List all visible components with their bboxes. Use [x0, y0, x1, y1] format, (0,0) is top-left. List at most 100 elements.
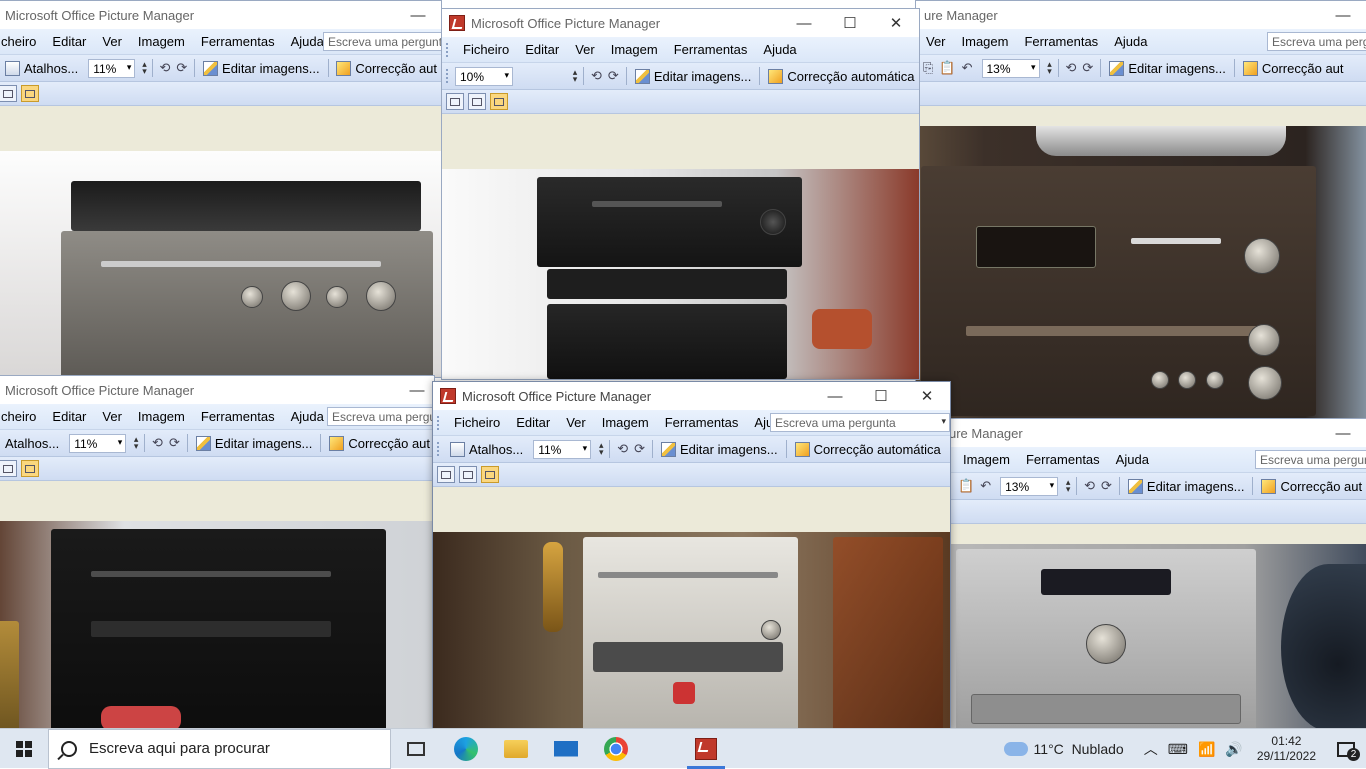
cloud-icon[interactable]	[1003, 742, 1028, 756]
menu-imagem[interactable]: Imagem	[603, 42, 666, 57]
menu-ficheiro[interactable]: Ficheiro	[446, 415, 508, 430]
zoom-spinner-icon[interactable]: ▴ ▾	[597, 441, 605, 457]
copy-icon[interactable]: ⎘	[920, 60, 936, 76]
weather-text[interactable]: 11°C Nublado	[1034, 741, 1124, 757]
paste-icon[interactable]: 📋	[936, 60, 958, 76]
edit-images-button[interactable]: Editar imagens...	[192, 435, 317, 451]
minimize-button[interactable]: —	[1320, 1, 1366, 29]
menu-ficheiro[interactable]: Ficheiro	[455, 42, 517, 57]
picture-preview[interactable]	[442, 169, 919, 379]
chevron-up-icon[interactable]: ︿	[1144, 739, 1158, 759]
menu-ver[interactable]: Ver	[94, 34, 130, 49]
thumbnail-view-button[interactable]	[437, 466, 455, 483]
rotate-left-icon[interactable]: ⟲	[614, 441, 631, 457]
menu-editar[interactable]: Editar	[44, 34, 94, 49]
notification-center-button[interactable]: 2	[1326, 729, 1366, 769]
undo-icon[interactable]: ↶	[959, 60, 976, 76]
start-button[interactable]	[0, 729, 48, 769]
menu-ficheiro[interactable]: cheiro	[0, 34, 44, 49]
title-bar[interactable]: ure Manager —	[916, 1, 1366, 29]
menu-ferramentas[interactable]: Ferramentas	[666, 42, 756, 57]
window-bottom-left[interactable]: Microsoft Office Picture Manager — cheir…	[0, 375, 435, 730]
menu-imagem[interactable]: Imagem	[954, 34, 1017, 49]
clock[interactable]: 01:42 29/11/2022	[1247, 734, 1326, 764]
rotate-right-icon[interactable]: ⟳	[166, 435, 183, 451]
title-bar[interactable]: Microsoft Office Picture Manager —	[0, 376, 434, 404]
undo-icon[interactable]: ↶	[977, 478, 994, 494]
auto-correct-button[interactable]: Correcção aut	[1239, 60, 1348, 76]
paste-icon[interactable]: 📋	[955, 478, 977, 494]
auto-correct-button[interactable]: Correcção aut	[325, 435, 434, 451]
rotate-left-icon[interactable]: ⟲	[156, 60, 173, 76]
thumbnail-view-button[interactable]	[0, 460, 17, 477]
ask-question-input[interactable]: Escreva uma pergunta ▾	[770, 413, 950, 432]
menu-editar[interactable]: Editar	[517, 42, 567, 57]
ask-question-input[interactable]: Escreva uma pergunta	[1267, 32, 1366, 51]
zoom-select[interactable]: 13%	[1000, 476, 1059, 496]
chrome-button[interactable]	[591, 729, 641, 769]
picture-preview[interactable]	[0, 521, 434, 729]
edit-images-button[interactable]: Editar imagens...	[631, 68, 756, 84]
menu-ver[interactable]: Ver	[567, 42, 603, 57]
zoom-select[interactable]: 11%	[69, 433, 127, 453]
menu-ferramentas[interactable]: Ferramentas	[1016, 34, 1106, 49]
task-view-button[interactable]	[391, 729, 441, 769]
filmstrip-view-button[interactable]	[468, 93, 486, 110]
edit-images-button[interactable]: Editar imagens...	[199, 60, 324, 76]
auto-correct-button[interactable]: Correcção aut	[1257, 478, 1366, 494]
picture-manager-taskbar-button[interactable]	[681, 729, 731, 769]
mail-button[interactable]	[541, 729, 591, 769]
zoom-spinner-icon[interactable]: ▴ ▾	[1046, 60, 1054, 76]
window-top-right[interactable]: ure Manager — Ver Imagem Ferramentas Aju…	[915, 0, 1366, 420]
rotate-right-icon[interactable]: ⟳	[1079, 60, 1096, 76]
zoom-spinner-icon[interactable]: ▴ ▾	[132, 435, 140, 451]
menu-imagem[interactable]: Imagem	[130, 34, 193, 49]
zoom-select[interactable]: 11%	[88, 58, 136, 78]
shortcuts-button[interactable]: Atalhos...	[446, 441, 527, 457]
ask-question-input[interactable]: Escreva uma pergunta	[1255, 450, 1366, 469]
auto-correct-button[interactable]: Correcção automática	[791, 441, 945, 457]
rotate-left-icon[interactable]: ⟲	[1081, 478, 1098, 494]
menu-ajuda[interactable]: Ajuda	[283, 409, 332, 424]
title-bar[interactable]: ure Manager —	[941, 419, 1366, 447]
edit-images-button[interactable]: Editar imagens...	[1124, 478, 1249, 494]
title-bar[interactable]: Microsoft Office Picture Manager — ☐	[0, 1, 441, 29]
rotate-left-icon[interactable]: ⟲	[588, 68, 605, 84]
window-bottom-center[interactable]: Microsoft Office Picture Manager — ☐ ✕ F…	[432, 381, 951, 730]
zoom-spinner-icon[interactable]: ▴ ▾	[1064, 478, 1072, 494]
zoom-select[interactable]: 10%	[455, 66, 513, 86]
menu-ver[interactable]: Ver	[94, 409, 130, 424]
window-bottom-right[interactable]: ure Manager — Imagem Ferramentas Ajuda E…	[940, 418, 1366, 730]
shortcuts-button[interactable]: Atalhos...	[1, 436, 63, 451]
thumbnail-view-button[interactable]	[446, 93, 464, 110]
network-icon[interactable]: 📶	[1198, 741, 1215, 758]
maximize-button[interactable]: ☐	[858, 382, 904, 410]
title-bar[interactable]: Microsoft Office Picture Manager — ☐ ✕	[442, 9, 919, 37]
single-picture-view-button[interactable]	[21, 85, 39, 102]
menu-ferramentas[interactable]: Ferramentas	[1018, 452, 1108, 467]
picture-preview[interactable]	[0, 151, 441, 377]
auto-correct-button[interactable]: Correcção aut	[332, 60, 441, 76]
ask-question-input[interactable]: Escreva uma pergunt	[323, 32, 441, 51]
zoom-select[interactable]: 13%	[981, 58, 1040, 78]
picture-preview[interactable]	[433, 532, 950, 729]
menu-ajuda[interactable]: Ajuda	[1108, 452, 1157, 467]
menu-imagem[interactable]: Imagem	[130, 409, 193, 424]
menu-ficheiro[interactable]: cheiro	[0, 409, 44, 424]
keyboard-icon[interactable]: ⌨	[1168, 741, 1188, 758]
zoom-spinner-icon[interactable]: ▴ ▾	[571, 68, 579, 84]
menu-imagem[interactable]: Imagem	[955, 452, 1018, 467]
auto-correct-button[interactable]: Correcção automática	[764, 68, 918, 84]
minimize-button[interactable]: —	[395, 1, 441, 29]
rotate-left-icon[interactable]: ⟲	[149, 435, 166, 451]
single-picture-view-button[interactable]	[490, 93, 508, 110]
menu-ferramentas[interactable]: Ferramentas	[657, 415, 747, 430]
picture-preview[interactable]	[941, 544, 1366, 729]
shortcuts-button[interactable]: Atalhos...	[1, 60, 82, 76]
file-explorer-button[interactable]	[491, 729, 541, 769]
single-picture-view-button[interactable]	[481, 466, 499, 483]
single-picture-view-button[interactable]	[21, 460, 39, 477]
edge-button[interactable]	[441, 729, 491, 769]
close-button[interactable]: ✕	[904, 382, 950, 410]
menu-ajuda[interactable]: Ajuda	[1106, 34, 1155, 49]
